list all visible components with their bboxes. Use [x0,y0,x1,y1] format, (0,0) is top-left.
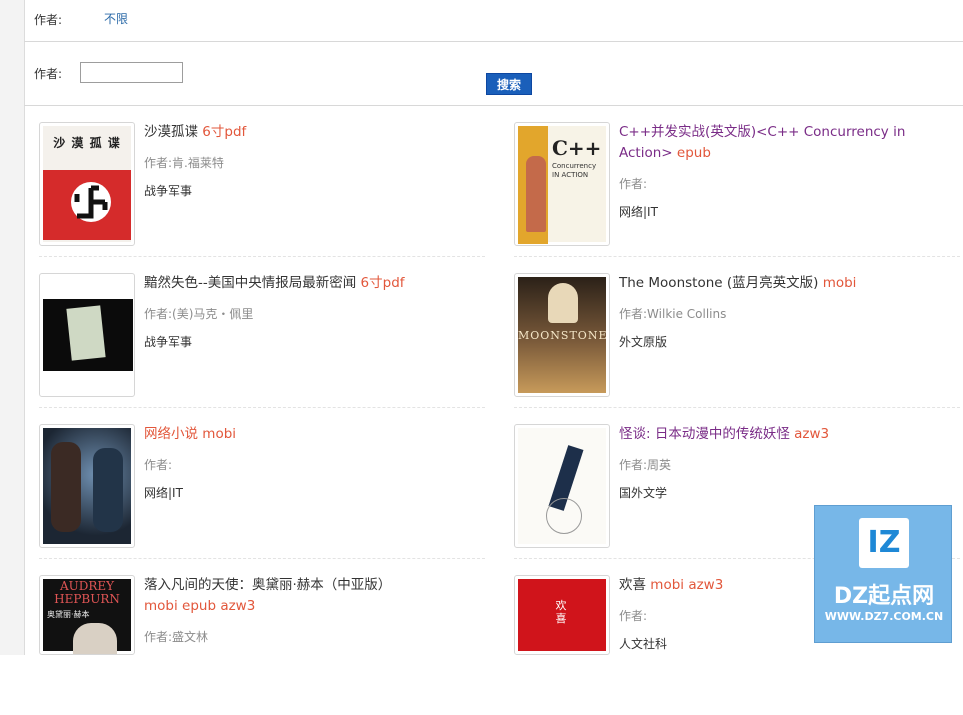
book-title[interactable]: C++并发实战(英文版)<C++ Concurrency in Action> … [619,122,949,164]
cover-portrait [548,283,578,323]
book-item: 黯然失色--美国中央情报局最新密闻 6寸pdf 作者:(美)马克・佩里 战争军事 [39,273,485,413]
book-category[interactable]: 国外文学 [619,484,667,501]
left-sidebar-strip [0,0,25,655]
book-title-text[interactable]: 怪谈: 日本动漫中的传统妖怪 [619,426,790,442]
book-item: 沙 漠 孤 谍 沙漠孤谍 6寸pdf 作者:肯.福莱特 战争军事 [39,122,485,262]
book-title[interactable]: 怪谈: 日本动漫中的传统妖怪 azw3 [619,424,949,445]
book-item: C++ Concurrency IN ACTION C++并发实战(英文版)<C… [514,122,960,262]
cover-emblem [71,182,111,222]
cover-figure [526,156,546,232]
book-item: MOONSTONE The Moonstone (蓝月亮英文版) mobi 作者… [514,273,960,413]
cover-title-text: AUDREY HEPBURN [43,580,131,606]
book-author: 作者:肯.福莱特 [144,156,224,170]
book-item: 网络小说 mobi 作者: 网络|IT [39,424,485,564]
book-separator [39,407,485,409]
book-title-text[interactable]: C++并发实战(英文版)<C++ Concurrency in Action> [619,124,905,161]
site-watermark: IZ DZ起点网 WWW.DZ7.COM.CN [814,505,952,643]
book-format-tag[interactable]: epub [677,145,711,161]
book-author: 作者:周英 [619,458,672,472]
author-filter-any-link[interactable]: 不限 [104,10,128,27]
book-cover[interactable]: MOONSTONE [514,273,610,397]
book-author: 作者: [144,458,173,472]
book-category[interactable]: 战争军事 [144,333,192,350]
book-category[interactable]: 网络|IT [144,484,183,501]
author-search-label: 作者: [34,67,63,81]
cover-cn-text: 奥黛丽·赫本 [47,610,90,619]
book-title-text[interactable]: 黯然失色--美国中央情报局最新密闻 [144,275,356,291]
cover-title-line-2: HEPBURN [54,592,120,606]
author-search-input[interactable] [80,62,183,83]
book-title-text[interactable]: 欢喜 [619,577,646,593]
book-title-text[interactable]: 网络小说 [144,426,198,442]
book-title[interactable]: 落入凡间的天使：奥黛丽·赫本（中亚版） mobi epub azw3 [144,575,474,617]
cover-figure-right [93,448,123,532]
book-separator [514,407,960,409]
cover-title-text: MOONSTONE [518,329,608,342]
book-title[interactable]: 沙漠孤谍 6寸pdf [144,122,474,143]
search-button[interactable]: 搜索 [486,73,532,95]
book-category[interactable]: 人文社科 [619,635,667,652]
cover-title-text: 欢 喜 [555,599,567,625]
book-title[interactable]: 黯然失色--美国中央情报局最新密闻 6寸pdf [144,273,474,294]
book-title-text[interactable]: 落入凡间的天使：奥黛丽·赫本（中亚版） [144,577,391,593]
watermark-url: WWW.DZ7.COM.CN [824,610,944,623]
cover-portrait [73,623,117,654]
book-category[interactable]: 战争军事 [144,182,192,199]
author-filter-label: 作者: [34,13,63,27]
cover-subtitle-text: Concurrency IN ACTION [552,162,597,179]
book-category[interactable]: 网络|IT [619,203,658,220]
book-author: 作者:(美)马克・佩里 [144,307,254,321]
book-cover[interactable] [514,424,610,548]
book-category[interactable]: 外文原版 [619,333,667,350]
book-separator [39,256,485,258]
book-cover[interactable] [39,424,135,548]
book-title[interactable]: The Moonstone (蓝月亮英文版) mobi [619,273,949,294]
book-separator [514,256,960,258]
watermark-logo: IZ [859,518,909,568]
book-title-text[interactable]: The Moonstone (蓝月亮英文版) [619,275,818,291]
cover-title-text: 沙 漠 孤 谍 [53,136,121,150]
book-separator [39,558,485,560]
watermark-logo-text: IZ [867,525,901,560]
watermark-brand: DZ起点网 [833,584,935,609]
book-format-tag[interactable]: 6寸pdf [361,275,405,291]
book-cover[interactable]: AUDREY HEPBURN 奥黛丽·赫本 [39,575,135,655]
book-format-tag[interactable]: mobi epub azw3 [144,598,255,614]
book-author: 作者:盛文林 [144,630,209,644]
cover-title-text: C++ [552,136,602,160]
book-item: AUDREY HEPBURN 奥黛丽·赫本 落入凡间的天使：奥黛丽·赫本（中亚版… [39,575,479,715]
book-cover[interactable] [39,273,135,397]
book-format-tag[interactable]: mobi [823,275,857,291]
author-filter-row: 作者: [34,11,62,28]
book-cover[interactable]: 欢 喜 [514,575,610,655]
book-author: 作者: [619,609,648,623]
book-author: 作者: [619,177,648,191]
book-format-tag[interactable]: 6寸pdf [202,124,246,140]
book-author: 作者:Wilkie Collins [619,307,727,321]
book-format-tag[interactable]: mobi azw3 [650,577,723,593]
cover-book-image [66,305,106,361]
book-format-tag[interactable]: azw3 [794,426,829,442]
results-divider [24,105,963,106]
book-title-text[interactable]: 沙漠孤谍 [144,124,198,140]
cover-sketch [546,498,582,534]
cover-figure-left [51,442,81,532]
filter-divider [24,41,963,42]
book-format-tag[interactable]: mobi [202,426,236,442]
book-cover[interactable]: C++ Concurrency IN ACTION [514,122,610,246]
book-cover[interactable]: 沙 漠 孤 谍 [39,122,135,246]
book-title[interactable]: 网络小说 mobi [144,424,474,445]
